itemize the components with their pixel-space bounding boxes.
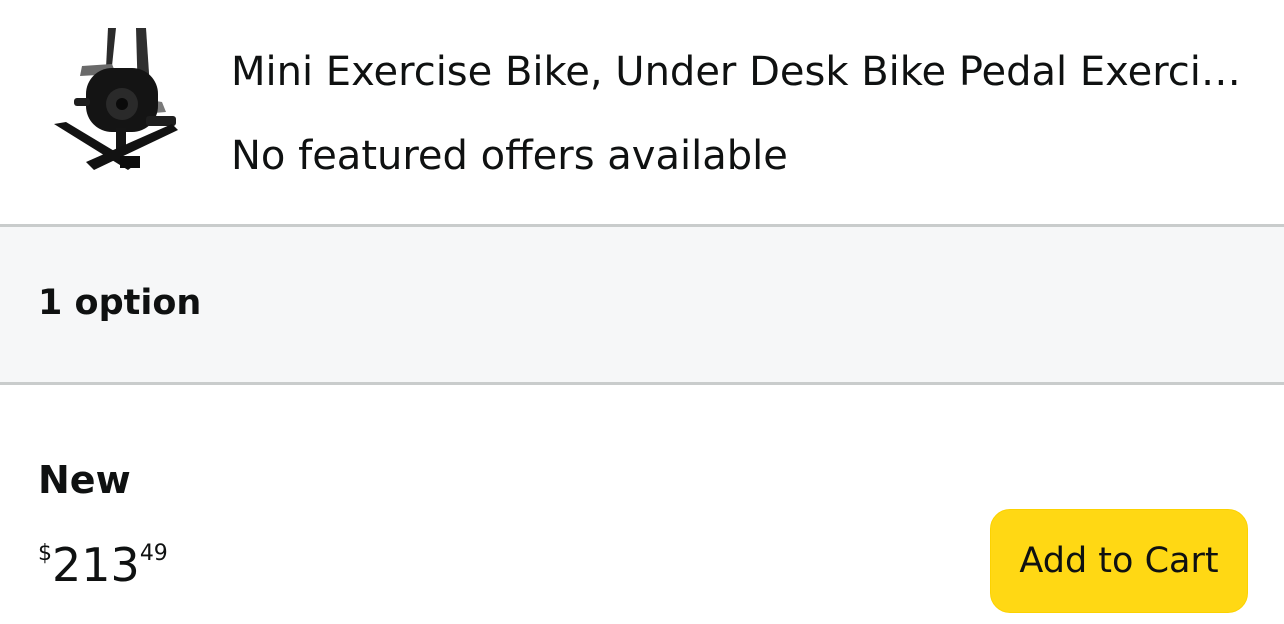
offer-status-text: No featured offers available xyxy=(231,133,788,179)
price-whole: 213 xyxy=(52,538,140,592)
offer-price: $21349 xyxy=(38,535,168,595)
options-count-label: 1 option xyxy=(38,283,202,323)
product-title[interactable]: Mini Exercise Bike, Under Desk Bike Peda… xyxy=(231,46,1241,98)
price-fraction: 49 xyxy=(139,541,168,566)
offer-row: New $21349 Add to Cart xyxy=(0,385,1284,624)
offer-listing-page: Mini Exercise Bike, Under Desk Bike Peda… xyxy=(0,0,1284,624)
add-to-cart-button[interactable]: Add to Cart xyxy=(990,509,1248,613)
product-header[interactable]: Mini Exercise Bike, Under Desk Bike Peda… xyxy=(0,0,1284,224)
offer-condition: New xyxy=(38,458,131,502)
options-summary-bar: 1 option xyxy=(0,227,1284,382)
product-thumbnail[interactable] xyxy=(46,28,186,178)
price-currency-symbol: $ xyxy=(38,541,52,566)
